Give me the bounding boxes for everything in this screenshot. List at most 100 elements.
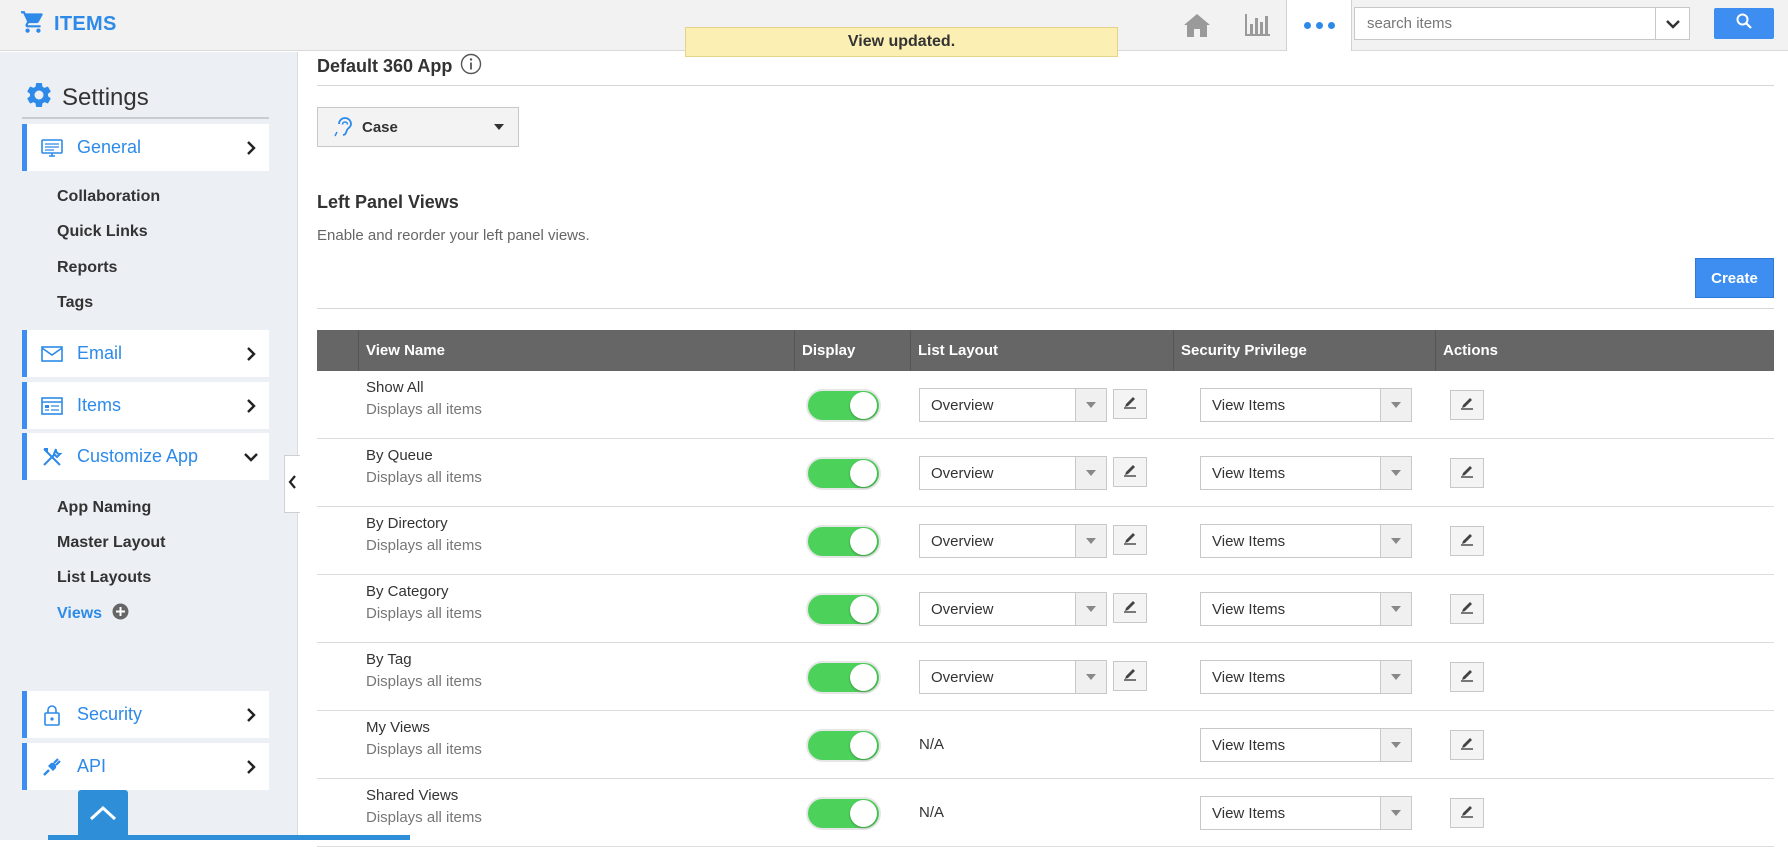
table-row[interactable]: Shared Views Displays all items N/A View… <box>317 779 1774 847</box>
chevron-right-icon <box>243 398 259 414</box>
edit-view-button[interactable] <box>1450 390 1484 420</box>
nav-email[interactable]: Email <box>22 330 269 377</box>
toggle-knob <box>850 528 877 555</box>
pencil-icon <box>1123 463 1137 482</box>
toggle-knob <box>850 664 877 691</box>
cart-icon <box>20 9 46 40</box>
display-toggle[interactable] <box>806 525 881 558</box>
nav-customize-app-label: Customize App <box>77 446 199 466</box>
display-toggle[interactable] <box>806 389 881 422</box>
table-row[interactable]: By Directory Displays all items Overview… <box>317 507 1774 575</box>
display-toggle[interactable] <box>806 593 881 626</box>
collapse-sidebar-button[interactable] <box>284 455 300 513</box>
list-layout-select[interactable]: Overview <box>919 660 1107 694</box>
nav-api[interactable]: API <box>22 743 269 790</box>
table-row[interactable]: My Views Displays all items N/A View Ite… <box>317 711 1774 779</box>
sub-reports[interactable]: Reports <box>57 259 117 277</box>
list-layout-select[interactable]: Overview <box>919 524 1107 558</box>
display-toggle[interactable] <box>806 457 881 490</box>
table-row[interactable]: By Category Displays all items Overview … <box>317 575 1774 643</box>
table-row[interactable]: By Tag Displays all items Overview View … <box>317 643 1774 711</box>
nav-items-label: Items <box>77 395 122 415</box>
view-name: By Queue <box>366 447 433 464</box>
sub-tags[interactable]: Tags <box>57 294 93 312</box>
pencil-icon <box>1460 532 1474 551</box>
nav-security[interactable]: Security <box>22 691 269 738</box>
pencil-icon <box>1123 599 1137 618</box>
edit-view-button[interactable] <box>1450 798 1484 828</box>
nav-items[interactable]: Items <box>22 382 269 429</box>
security-privilege-value: View Items <box>1212 804 1286 822</box>
view-name: By Tag <box>366 651 412 668</box>
toggle-knob <box>850 392 877 419</box>
more-icon[interactable] <box>1286 0 1352 51</box>
table-header: View Name Display List Layout Security P… <box>317 330 1774 371</box>
nav-api-label: API <box>77 756 107 776</box>
edit-layout-button[interactable] <box>1113 457 1147 487</box>
drag-column-header <box>317 330 358 371</box>
edit-layout-button[interactable] <box>1113 525 1147 555</box>
chevron-down-icon <box>243 449 259 465</box>
display-toggle[interactable] <box>806 661 881 694</box>
nav-general[interactable]: General <box>22 124 269 171</box>
security-privilege-select[interactable]: View Items <box>1200 524 1412 558</box>
list-layout-select[interactable]: Overview <box>919 592 1107 626</box>
chevron-down-icon[interactable] <box>1655 8 1689 39</box>
sub-collaboration[interactable]: Collaboration <box>57 188 160 206</box>
view-name: By Directory <box>366 515 448 532</box>
home-icon[interactable] <box>1182 10 1212 40</box>
security-privilege-value: View Items <box>1212 736 1286 754</box>
security-privilege-select[interactable]: View Items <box>1200 796 1412 830</box>
edit-view-button[interactable] <box>1450 526 1484 556</box>
view-name: By Category <box>366 583 449 600</box>
sub-app-naming[interactable]: App Naming <box>57 499 151 517</box>
caret-down-icon <box>1380 525 1411 557</box>
app-selector[interactable]: Case <box>317 107 519 147</box>
edit-layout-button[interactable] <box>1113 661 1147 691</box>
security-privilege-value: View Items <box>1212 396 1286 414</box>
security-privilege-select[interactable]: View Items <box>1200 592 1412 626</box>
nav-customize-app[interactable]: Customize App <box>22 433 269 480</box>
add-view-icon[interactable] <box>112 603 129 625</box>
info-icon[interactable] <box>460 53 482 80</box>
toggle-knob <box>850 732 877 759</box>
divider <box>317 308 1774 309</box>
toast-message: View updated. <box>685 27 1118 57</box>
view-name: Show All <box>366 379 424 396</box>
create-button[interactable]: Create <box>1695 258 1774 298</box>
list-layout-select[interactable]: Overview <box>919 388 1107 422</box>
search-button[interactable] <box>1714 8 1774 39</box>
edit-view-button[interactable] <box>1450 458 1484 488</box>
edit-layout-button[interactable] <box>1113 389 1147 419</box>
search-input[interactable] <box>1355 8 1655 39</box>
list-layout-value: Overview <box>931 532 994 550</box>
edit-view-button[interactable] <box>1450 594 1484 624</box>
security-privilege-select[interactable]: View Items <box>1200 388 1412 422</box>
display-toggle[interactable] <box>806 797 881 830</box>
sub-list-layouts[interactable]: List Layouts <box>57 569 151 587</box>
security-privilege-select[interactable]: View Items <box>1200 728 1412 762</box>
section-description: Enable and reorder your left panel views… <box>317 227 590 244</box>
view-description: Displays all items <box>366 469 482 486</box>
security-privilege-select[interactable]: View Items <box>1200 456 1412 490</box>
gear-icon <box>24 80 54 115</box>
toggle-knob <box>850 800 877 827</box>
divider <box>22 117 269 119</box>
list-layout-select[interactable]: Overview <box>919 456 1107 490</box>
sub-master-layout[interactable]: Master Layout <box>57 534 165 552</box>
sub-views[interactable]: Views <box>57 603 129 625</box>
bar-chart-icon[interactable] <box>1242 10 1272 40</box>
sub-quick-links[interactable]: Quick Links <box>57 223 148 241</box>
table-row[interactable]: Show All Displays all items Overview Vie… <box>317 371 1774 439</box>
brand[interactable]: ITEMS <box>20 9 117 40</box>
edit-view-button[interactable] <box>1450 662 1484 692</box>
scroll-to-top-button[interactable] <box>78 790 128 840</box>
app-title-text: Default 360 App <box>317 56 453 76</box>
table-row[interactable]: By Queue Displays all items Overview Vie… <box>317 439 1774 507</box>
security-privilege-select[interactable]: View Items <box>1200 660 1412 694</box>
edit-layout-button[interactable] <box>1113 593 1147 623</box>
edit-view-button[interactable] <box>1450 730 1484 760</box>
view-description: Displays all items <box>366 537 482 554</box>
nav-security-label: Security <box>77 704 143 724</box>
display-toggle[interactable] <box>806 729 881 762</box>
